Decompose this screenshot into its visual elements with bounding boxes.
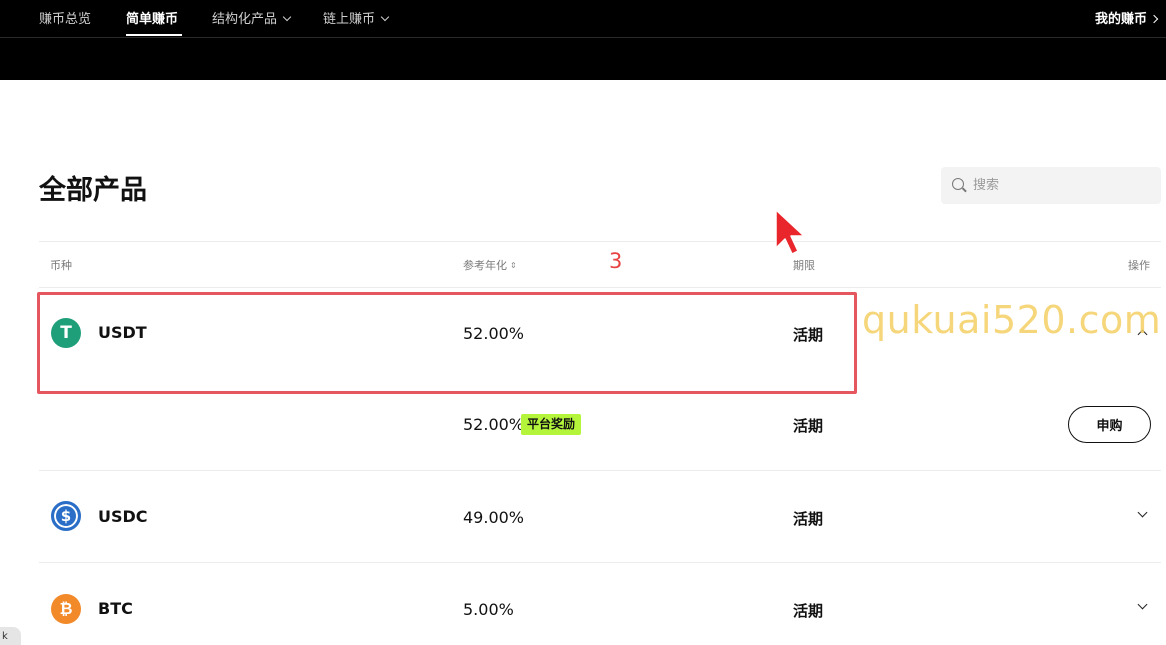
corner-tab: k xyxy=(0,627,21,645)
chevron-down-icon xyxy=(282,12,292,22)
coin-name: BTC xyxy=(98,599,133,618)
nav-onchain-earn[interactable]: 链上赚币 xyxy=(323,8,390,27)
search-input[interactable] xyxy=(973,167,1153,204)
coin-name: USDC xyxy=(98,507,148,526)
header-term: 期限 xyxy=(793,259,815,272)
expand-toggle-icon[interactable] xyxy=(1136,507,1150,522)
platform-reward-badge: 平台奖励 xyxy=(521,414,582,435)
chevron-down-icon xyxy=(380,12,390,22)
usdc-coin-icon: $ xyxy=(51,501,81,531)
annotation-number: 3 xyxy=(609,249,623,273)
header-action: 操作 xyxy=(1128,259,1150,272)
expand-toggle-icon[interactable] xyxy=(1136,599,1150,614)
chevron-right-icon xyxy=(1149,14,1159,24)
highlight-box xyxy=(37,292,857,394)
top-nav: 赚币总览 简单赚币 结构化产品 链上赚币 我的赚币 xyxy=(0,0,1166,38)
btc-coin-icon: ₿ xyxy=(51,594,81,624)
sort-icon: ⇕ xyxy=(510,261,517,270)
page: 赚币总览 简单赚币 结构化产品 链上赚币 我的赚币 全部产品 币种 参考年化⇕ … xyxy=(0,0,1166,645)
header-apr[interactable]: 参考年化 ⇕ xyxy=(463,257,517,273)
divider xyxy=(39,287,1161,288)
search-icon xyxy=(952,178,964,190)
divider xyxy=(39,470,1161,471)
divider xyxy=(39,241,1161,242)
term-value: 活期 xyxy=(793,417,824,435)
mouse-cursor-icon xyxy=(775,209,805,255)
apr-value: 52.00% xyxy=(463,415,525,434)
header-coin: 币种 xyxy=(50,259,72,272)
active-tab-underline xyxy=(126,34,182,36)
subscribe-button[interactable]: 申购 xyxy=(1068,406,1151,443)
divider xyxy=(39,562,1161,563)
top-bar: 赚币总览 简单赚币 结构化产品 链上赚币 我的赚币 xyxy=(0,0,1166,80)
nav-my-earn[interactable]: 我的赚币 xyxy=(1095,8,1159,27)
nav-earn-overview[interactable]: 赚币总览 xyxy=(39,8,91,27)
nav-simple-earn[interactable]: 简单赚币 xyxy=(126,8,178,27)
apr-value: 5.00% xyxy=(463,600,514,619)
term-value: 活期 xyxy=(793,510,824,528)
apr-value: 49.00% xyxy=(463,508,525,527)
watermark: qukuai520.com xyxy=(862,298,1162,342)
nav-structured-products[interactable]: 结构化产品 xyxy=(212,8,292,27)
term-value: 活期 xyxy=(793,602,824,620)
search-box[interactable] xyxy=(941,167,1161,204)
page-title: 全部产品 xyxy=(39,175,147,206)
